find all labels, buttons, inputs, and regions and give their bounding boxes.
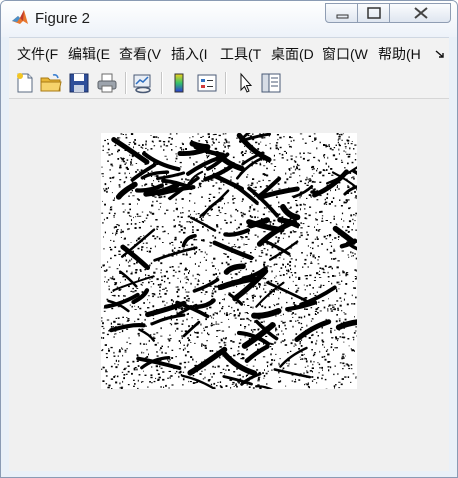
edit-plot-arrow-icon	[240, 72, 253, 93]
new-figure-button[interactable]	[13, 71, 37, 95]
menu-help[interactable]: 帮助(H	[378, 44, 421, 64]
colorbar-button[interactable]	[167, 71, 191, 95]
menu-tools[interactable]: 工具(T	[220, 44, 261, 64]
texture-image	[101, 133, 357, 389]
menu-desktop[interactable]: 桌面(D	[271, 44, 314, 64]
legend-icon	[197, 74, 217, 92]
menu-edit[interactable]: 编辑(E	[68, 44, 110, 64]
menu-window[interactable]: 窗口(W	[322, 44, 368, 64]
maximize-button[interactable]	[357, 3, 390, 23]
figure-toolbar	[9, 68, 449, 99]
save-button[interactable]	[67, 71, 91, 95]
link-plot-icon	[133, 74, 151, 94]
open-folder-icon	[40, 74, 62, 92]
property-inspector-icon	[261, 73, 281, 93]
print-icon	[97, 73, 117, 93]
legend-button[interactable]	[195, 71, 219, 95]
close-button[interactable]	[389, 3, 451, 23]
menu-view[interactable]: 查看(V	[119, 44, 161, 64]
minimize-icon	[336, 14, 349, 19]
figure-canvas[interactable]	[9, 99, 449, 471]
menu-insert[interactable]: 插入(I	[171, 44, 208, 64]
new-figure-icon	[17, 73, 33, 93]
matlab-logo-icon	[11, 9, 29, 27]
toolbar-separator	[125, 72, 127, 94]
print-button[interactable]	[95, 71, 119, 95]
figure-window: Figure 2 文件(F 编辑(E 查看(V 插入(I 工具(T 桌面(D 窗…	[0, 0, 458, 478]
title-bar[interactable]: Figure 2	[1, 1, 457, 37]
close-icon	[414, 7, 428, 19]
open-button[interactable]	[39, 71, 63, 95]
minimize-button[interactable]	[325, 3, 358, 23]
save-icon	[69, 73, 89, 93]
maximize-icon	[367, 7, 381, 19]
menu-file[interactable]: 文件(F	[17, 44, 58, 64]
colorbar-icon	[174, 73, 184, 93]
toolbar-separator	[161, 72, 163, 94]
embossed-texture-image[interactable]	[101, 133, 357, 389]
link-plot-button[interactable]	[131, 71, 155, 95]
edit-plot-button[interactable]	[233, 71, 257, 95]
chevron-double-icon[interactable]	[435, 45, 445, 58]
property-inspector-button[interactable]	[259, 71, 283, 95]
toolbar-separator	[225, 72, 227, 94]
menu-bar: 文件(F 编辑(E 查看(V 插入(I 工具(T 桌面(D 窗口(W 帮助(H	[9, 37, 449, 68]
window-title: Figure 2	[35, 10, 91, 27]
